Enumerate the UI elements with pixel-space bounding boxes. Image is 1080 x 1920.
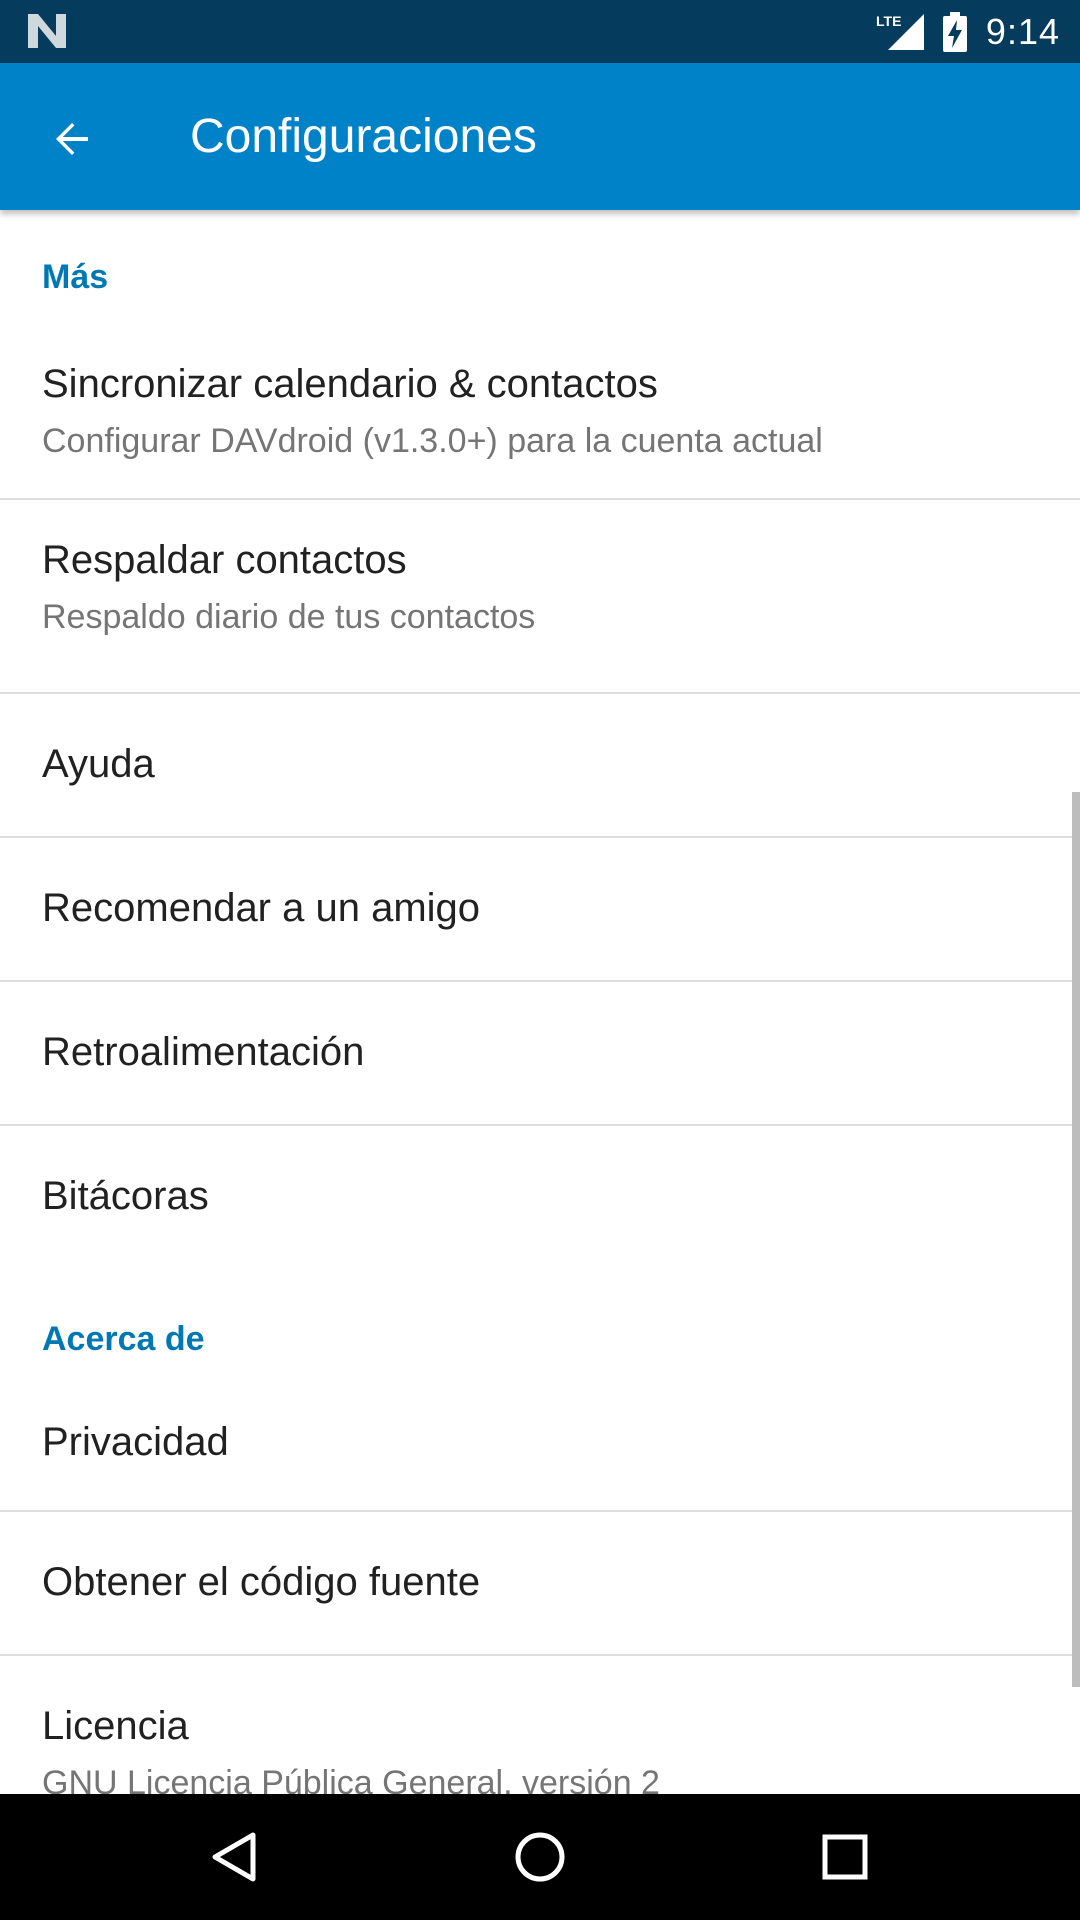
arrow-back-icon <box>56 123 88 155</box>
pref-item-source-code[interactable]: Obtener el código fuente <box>0 1512 1080 1654</box>
square-recents-icon <box>822 1834 868 1880</box>
pref-title: Retroalimentación <box>42 1030 365 1074</box>
section-header-about: Acerca de <box>42 1320 205 1358</box>
nav-back-button[interactable] <box>190 1812 280 1902</box>
pref-summary: Respaldo diario de tus contactos <box>42 598 536 636</box>
section-header-more: Más <box>42 258 109 296</box>
nav-recents-button[interactable] <box>800 1812 890 1902</box>
pref-title: Recomendar a un amigo <box>42 886 481 930</box>
pref-item-help[interactable]: Ayuda <box>0 694 1080 836</box>
notification-n-icon <box>28 14 66 48</box>
page-title: Configuraciones <box>190 110 537 163</box>
pref-item-logs[interactable]: Bitácoras <box>0 1126 1080 1268</box>
pref-title: Bitácoras <box>42 1174 209 1218</box>
pref-summary: Configurar DAVdroid (v1.3.0+) para la cu… <box>42 422 823 460</box>
pref-title: Respaldar contactos <box>42 538 407 582</box>
lte-signal-icon: LTE <box>876 13 924 50</box>
pref-title: Obtener el código fuente <box>42 1560 481 1604</box>
battery-charging-icon <box>942 11 967 52</box>
navigation-bar <box>0 1794 1080 1920</box>
settings-list[interactable]: Más Sincronizar calendario & contactos C… <box>0 210 1080 1794</box>
pref-item-feedback[interactable]: Retroalimentación <box>0 982 1080 1124</box>
triangle-back-icon <box>212 1832 256 1882</box>
pref-item-backup-contacts[interactable]: Respaldar contactos Respaldo diario de t… <box>0 500 1080 692</box>
pref-title: Licencia <box>42 1704 189 1748</box>
pref-item-privacy[interactable]: Privacidad <box>0 1390 1080 1510</box>
status-bar: LTE 9:14 <box>0 0 1080 63</box>
pref-title: Sincronizar calendario & contactos <box>42 362 658 406</box>
status-time: 9:14 <box>985 10 1060 52</box>
pref-item-sync-calendar-contacts[interactable]: Sincronizar calendario & contactos Confi… <box>0 330 1080 508</box>
circle-home-icon <box>515 1832 565 1882</box>
pref-summary: GNU Licencia Pública General, versión 2 <box>42 1764 660 1794</box>
pref-title: Ayuda <box>42 742 155 786</box>
pref-item-license[interactable]: Licencia GNU Licencia Pública General, v… <box>0 1656 1080 1794</box>
scrollbar[interactable] <box>1072 792 1080 1687</box>
back-button[interactable] <box>36 103 108 175</box>
svg-text:LTE: LTE <box>876 13 901 29</box>
app-bar: Configuraciones <box>0 63 1080 210</box>
nav-home-button[interactable] <box>495 1812 585 1902</box>
pref-item-recommend-friend[interactable]: Recomendar a un amigo <box>0 838 1080 980</box>
status-icons: LTE 9:14 <box>876 0 1060 63</box>
pref-title: Privacidad <box>42 1420 229 1464</box>
